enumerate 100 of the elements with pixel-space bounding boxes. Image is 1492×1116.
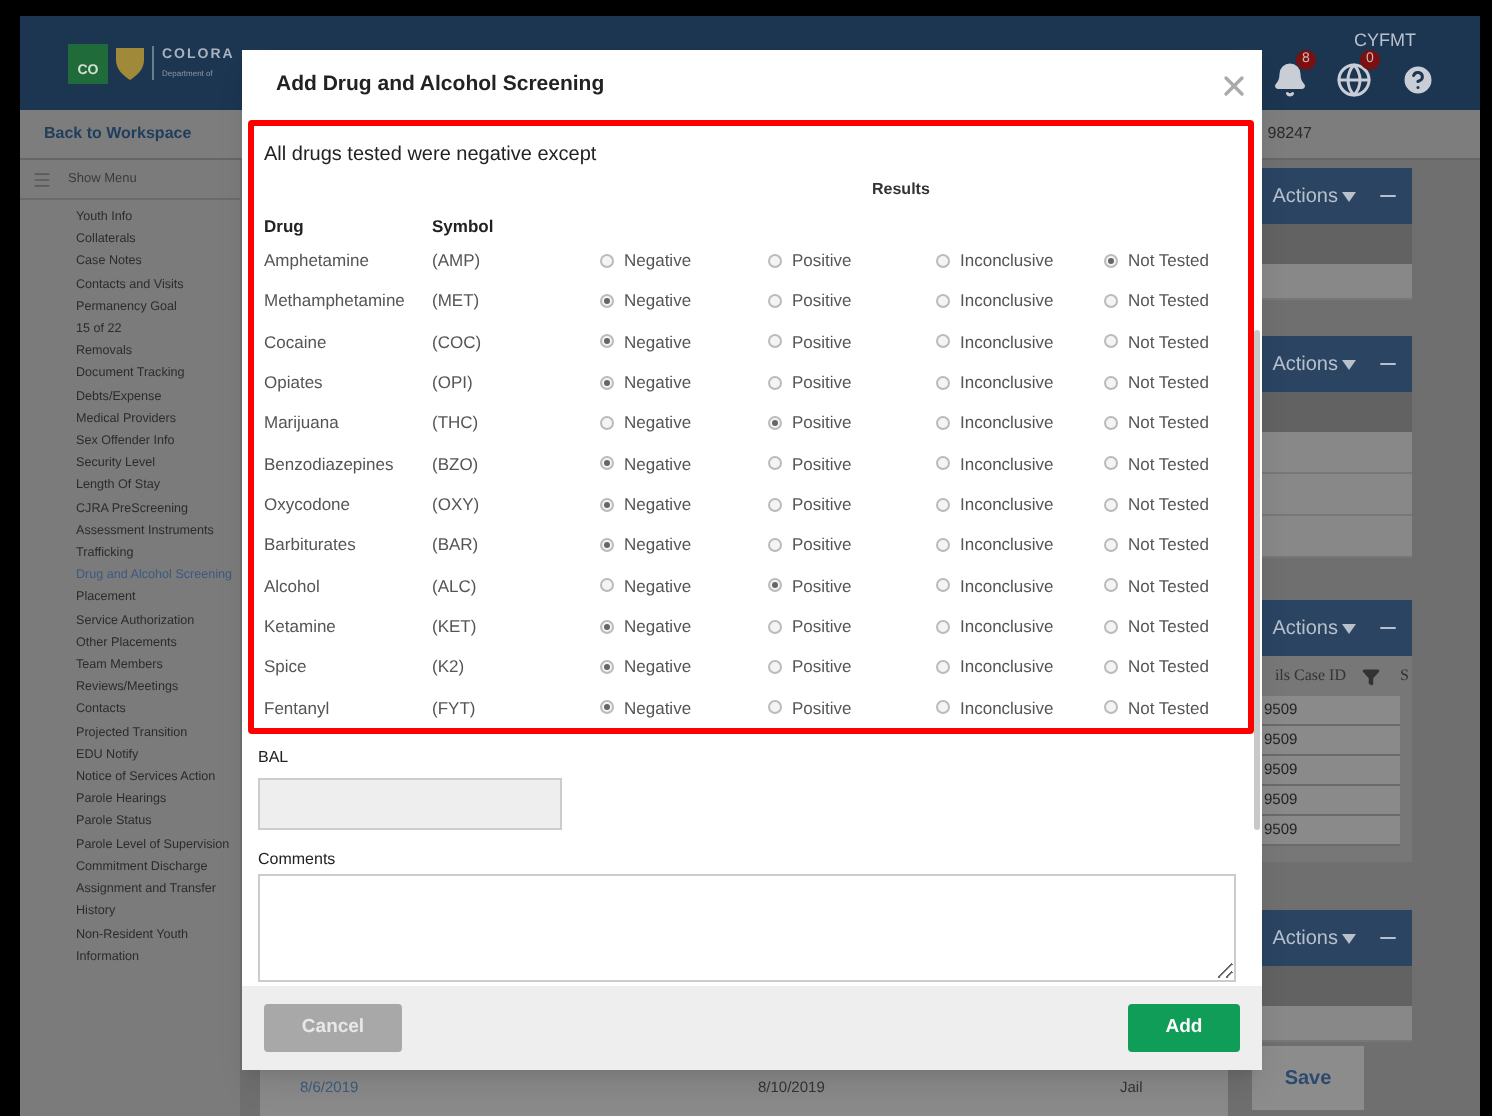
- radio-option[interactable]: Negative: [600, 532, 768, 558]
- actions-menu[interactable]: Actions: [1272, 613, 1356, 643]
- radio-button[interactable]: [768, 416, 782, 431]
- radio-option[interactable]: Negative: [600, 695, 768, 721]
- radio-button[interactable]: [768, 294, 782, 309]
- radio-button[interactable]: [1104, 334, 1118, 349]
- radio-option[interactable]: Not Tested: [1104, 288, 1248, 315]
- radio-option[interactable]: Not Tested: [1104, 451, 1248, 477]
- radio-button[interactable]: [936, 700, 950, 715]
- radio-option[interactable]: Positive: [768, 654, 936, 680]
- add-button[interactable]: Add: [1128, 1004, 1240, 1052]
- radio-button[interactable]: [1104, 578, 1118, 593]
- radio-option[interactable]: Negative: [600, 491, 768, 518]
- filter-icon[interactable]: [1362, 667, 1380, 685]
- actions-menu[interactable]: Actions: [1272, 923, 1356, 953]
- radio-option[interactable]: Positive: [768, 451, 936, 477]
- bell-icon[interactable]: [1272, 62, 1308, 99]
- radio-option[interactable]: Positive: [768, 532, 936, 558]
- radio-button[interactable]: [1104, 619, 1118, 634]
- radio-option[interactable]: Negative: [600, 451, 768, 477]
- radio-button[interactable]: [1104, 456, 1118, 471]
- radio-button[interactable]: [1104, 497, 1118, 512]
- radio-button[interactable]: [936, 497, 950, 512]
- radio-button[interactable]: [600, 294, 614, 309]
- radio-button[interactable]: [600, 619, 614, 634]
- radio-option[interactable]: Positive: [768, 288, 936, 315]
- radio-option[interactable]: Not Tested: [1104, 247, 1248, 274]
- radio-option[interactable]: Negative: [600, 329, 768, 355]
- radio-button[interactable]: [600, 497, 614, 512]
- radio-option[interactable]: Inconclusive: [936, 613, 1104, 640]
- radio-button[interactable]: [600, 456, 614, 471]
- radio-button[interactable]: [768, 619, 782, 634]
- radio-option[interactable]: Not Tested: [1104, 532, 1248, 558]
- radio-option[interactable]: Not Tested: [1104, 491, 1248, 518]
- globe-icon[interactable]: [1336, 62, 1372, 99]
- radio-option[interactable]: Positive: [768, 329, 936, 355]
- radio-button[interactable]: [768, 253, 782, 268]
- radio-option[interactable]: Not Tested: [1104, 613, 1248, 640]
- radio-button[interactable]: [768, 538, 782, 553]
- radio-button[interactable]: [936, 578, 950, 593]
- radio-option[interactable]: Positive: [768, 247, 936, 274]
- radio-button[interactable]: [1104, 375, 1118, 390]
- radio-button[interactable]: [1104, 253, 1118, 268]
- actions-menu[interactable]: Actions: [1272, 349, 1356, 379]
- radio-button[interactable]: [600, 416, 614, 431]
- radio-button[interactable]: [600, 538, 614, 553]
- radio-option[interactable]: Not Tested: [1104, 695, 1248, 721]
- radio-option[interactable]: Not Tested: [1104, 654, 1248, 680]
- radio-button[interactable]: [600, 660, 614, 675]
- radio-option[interactable]: Inconclusive: [936, 695, 1104, 721]
- radio-option[interactable]: Inconclusive: [936, 654, 1104, 680]
- radio-button[interactable]: [600, 253, 614, 268]
- radio-option[interactable]: Negative: [600, 654, 768, 680]
- radio-option[interactable]: Negative: [600, 247, 768, 274]
- radio-button[interactable]: [600, 700, 614, 715]
- radio-option[interactable]: Not Tested: [1104, 573, 1248, 599]
- radio-button[interactable]: [768, 334, 782, 349]
- radio-button[interactable]: [936, 375, 950, 390]
- radio-option[interactable]: Inconclusive: [936, 329, 1104, 355]
- radio-button[interactable]: [768, 578, 782, 593]
- radio-button[interactable]: [768, 375, 782, 390]
- radio-option[interactable]: Positive: [768, 369, 936, 396]
- radio-option[interactable]: Positive: [768, 410, 936, 436]
- radio-button[interactable]: [600, 578, 614, 593]
- radio-button[interactable]: [936, 456, 950, 471]
- radio-button[interactable]: [1104, 294, 1118, 309]
- radio-button[interactable]: [1104, 660, 1118, 675]
- radio-option[interactable]: Negative: [600, 410, 768, 436]
- radio-option[interactable]: Negative: [600, 369, 768, 396]
- radio-option[interactable]: Inconclusive: [936, 573, 1104, 599]
- radio-button[interactable]: [600, 334, 614, 349]
- radio-button[interactable]: [936, 253, 950, 268]
- radio-button[interactable]: [936, 619, 950, 634]
- radio-button[interactable]: [936, 334, 950, 349]
- radio-option[interactable]: Not Tested: [1104, 410, 1248, 436]
- radio-button[interactable]: [1104, 538, 1118, 553]
- radio-option[interactable]: Positive: [768, 613, 936, 640]
- actions-menu[interactable]: Actions: [1272, 181, 1356, 211]
- radio-option[interactable]: Positive: [768, 573, 936, 599]
- radio-option[interactable]: Inconclusive: [936, 532, 1104, 558]
- radio-option[interactable]: Inconclusive: [936, 491, 1104, 518]
- radio-button[interactable]: [768, 497, 782, 512]
- radio-option[interactable]: Inconclusive: [936, 451, 1104, 477]
- radio-button[interactable]: [768, 456, 782, 471]
- radio-button[interactable]: [768, 700, 782, 715]
- radio-option[interactable]: Inconclusive: [936, 410, 1104, 436]
- radio-option[interactable]: Inconclusive: [936, 369, 1104, 396]
- radio-button[interactable]: [600, 375, 614, 390]
- radio-button[interactable]: [936, 416, 950, 431]
- radio-option[interactable]: Positive: [768, 695, 936, 721]
- radio-option[interactable]: Not Tested: [1104, 369, 1248, 396]
- radio-button[interactable]: [936, 294, 950, 309]
- radio-option[interactable]: Negative: [600, 288, 768, 315]
- radio-button[interactable]: [1104, 700, 1118, 715]
- radio-option[interactable]: Inconclusive: [936, 247, 1104, 274]
- radio-button[interactable]: [1104, 416, 1118, 431]
- radio-option[interactable]: Negative: [600, 573, 768, 599]
- radio-option[interactable]: Not Tested: [1104, 329, 1248, 355]
- help-icon[interactable]: [1400, 62, 1436, 99]
- radio-option[interactable]: Negative: [600, 613, 768, 640]
